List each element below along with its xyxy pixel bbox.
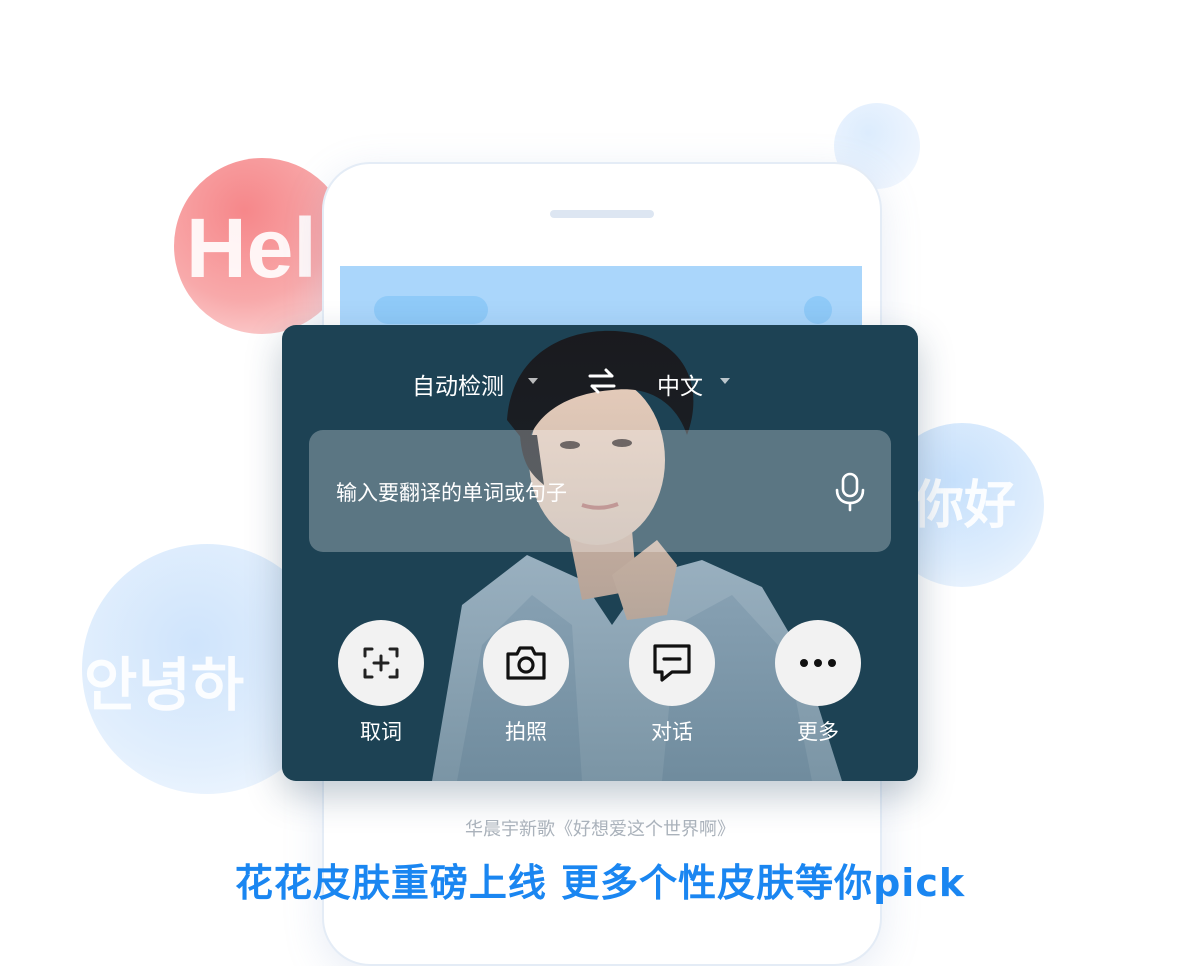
camera-button[interactable] [483,620,569,706]
korean-bubble-text: 안녕하 [84,651,245,719]
more-button[interactable] [775,620,861,706]
scan-word-icon [363,647,399,679]
microphone-icon[interactable] [833,472,867,512]
phone-speaker [550,210,654,218]
more-label: 更多 [797,720,839,744]
scan-word-label: 取词 [360,720,402,744]
target-dropdown-icon[interactable] [720,378,730,384]
source-dropdown-icon[interactable] [528,378,538,384]
translation-input[interactable]: 输入要翻译的单词或句子 [309,430,891,552]
scan-word-button[interactable] [338,620,424,706]
phone-avatar-dot [804,296,832,324]
chat-icon [653,644,691,682]
conversation-button[interactable] [629,620,715,706]
tool-conversation[interactable]: 对话 [622,620,722,746]
nihao-bubble-text: 你好 [912,476,1017,536]
camera-icon [506,646,546,680]
more-icon [800,659,836,667]
skin-caption: 华晨宇新歌《好想爱这个世界啊》 [465,819,735,840]
source-language[interactable]: 自动检测 [412,367,504,401]
language-selector: 自动检测 中文 [282,361,918,401]
tool-more[interactable]: 更多 [768,620,868,746]
target-language[interactable]: 中文 [657,367,703,401]
tool-scan-word[interactable]: 取词 [331,620,431,746]
phone-search-pill [374,296,488,324]
translator-card: 自动检测 中文 输入要翻译的单词或句子 取词 拍照 对话 更多 [282,325,918,781]
promo-headline: 花花皮肤重磅上线 更多个性皮肤等你pick [234,861,966,905]
camera-label: 拍照 [505,720,547,744]
conversation-label: 对话 [651,720,693,744]
tool-camera[interactable]: 拍照 [476,620,576,746]
swap-language-icon[interactable] [586,365,618,397]
hello-bubble-text: Hel [186,201,317,295]
input-placeholder: 输入要翻译的单词或句子 [336,481,567,505]
